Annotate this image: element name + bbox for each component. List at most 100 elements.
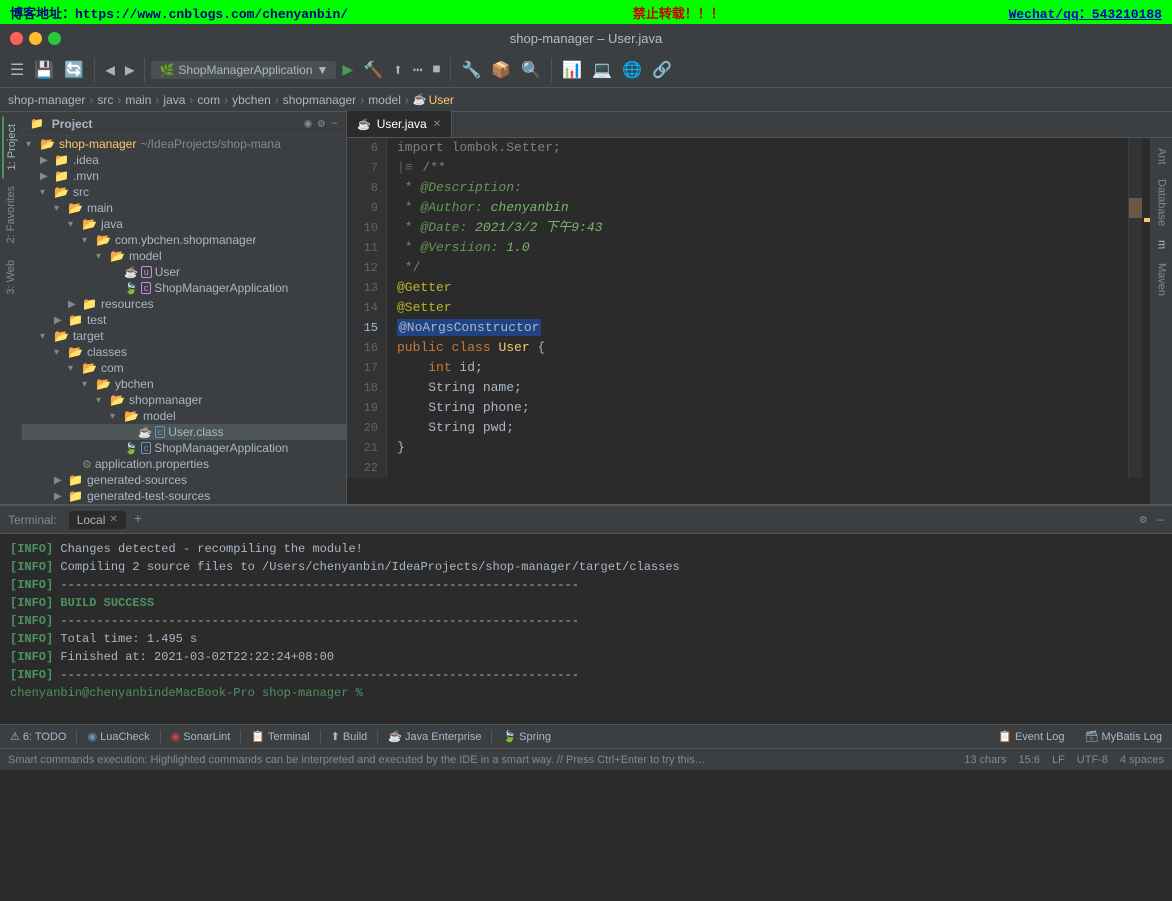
tree-app-props[interactable]: ▶ ⚙ application.properties <box>22 456 346 472</box>
right-tab-database[interactable]: Database <box>1154 173 1170 232</box>
bc-model[interactable]: model <box>368 93 401 107</box>
sidebar-scope-btn[interactable]: ◉ <box>304 116 311 131</box>
tree-test[interactable]: ▶ 📁 test <box>22 312 346 328</box>
terminal-btn[interactable]: 💻 <box>588 58 616 82</box>
maximize-button[interactable] <box>48 32 61 45</box>
mybatis-label: MyBatis Log <box>1101 731 1162 743</box>
tree-target[interactable]: ▾ 📂 target <box>22 328 346 344</box>
build-tool-btn[interactable]: ⬆ Build <box>325 728 374 745</box>
tree-target-shopmanager[interactable]: ▾ 📂 shopmanager <box>22 392 346 408</box>
sidebar-tab-favorites[interactable]: 2: Favorites <box>3 178 19 251</box>
vcs-btn[interactable]: 📊 <box>558 58 586 82</box>
terminal-tab-local[interactable]: Local ✕ <box>69 511 126 529</box>
tree-model[interactable]: ▾ 📂 model <box>22 248 346 264</box>
tab-close-btn[interactable]: ✕ <box>433 119 441 130</box>
tree-gen-test-sources[interactable]: ▶ 📁 generated-test-sources <box>22 488 346 504</box>
run-config-selector[interactable]: 🌿 ShopManagerApplication ▼ <box>151 61 336 79</box>
bc-main[interactable]: main <box>125 93 151 107</box>
sidebar-settings-btn[interactable]: ⚙ <box>318 116 325 131</box>
tree-src[interactable]: ▾ 📂 src <box>22 184 346 200</box>
build-btn[interactable]: 🔨 <box>359 58 387 82</box>
sidebar-tab-web[interactable]: 3: Web <box>3 252 19 303</box>
terminal-settings-btn[interactable]: ⚙ <box>1140 512 1147 527</box>
run-btn[interactable]: ▶ <box>338 57 357 83</box>
right-tab-ant[interactable]: Ant <box>1154 142 1170 171</box>
bc-src[interactable]: src <box>97 93 113 107</box>
status-position[interactable]: 15:6 <box>1019 754 1040 766</box>
userclass-type-icon: c <box>155 426 166 438</box>
status-charset[interactable]: UTF-8 <box>1077 754 1108 766</box>
extra-btn2[interactable]: 🔗 <box>648 58 676 82</box>
search-everywhere-btn[interactable]: 🔍 <box>517 58 545 82</box>
app2-type-icon: c <box>141 442 152 454</box>
sidebar-tab-project[interactable]: 1: Project <box>2 116 20 178</box>
menu-btn[interactable]: ☰ <box>6 58 28 82</box>
mybatis-log-btn[interactable]: 🗃 MyBatis Log <box>1079 728 1169 745</box>
extra-btn1[interactable]: 🌐 <box>618 58 646 82</box>
tree-java[interactable]: ▾ 📂 java <box>22 216 346 232</box>
bc-java[interactable]: java <box>163 93 185 107</box>
bc-shopmanager[interactable]: shop-manager <box>8 93 85 107</box>
bottom-toolbar: ⚠ 6: TODO ◉ LuaCheck ◉ SonarLint 📋 Termi… <box>0 724 1172 748</box>
tree-com-pkg-label: com.ybchen.shopmanager <box>115 233 256 247</box>
tree-com-pkg[interactable]: ▾ 📂 com.ybchen.shopmanager <box>22 232 346 248</box>
status-lf[interactable]: LF <box>1052 754 1065 766</box>
status-indent[interactable]: 4 spaces <box>1120 754 1164 766</box>
tree-classes[interactable]: ▾ 📂 classes <box>22 344 346 360</box>
minimap <box>1128 138 1142 478</box>
more-btn[interactable]: ⋯ <box>409 58 427 82</box>
tree-target-ybchen[interactable]: ▾ 📂 ybchen <box>22 376 346 392</box>
no-repost: 禁止转载！！！ <box>633 3 724 22</box>
tree-shopmanager-app[interactable]: ▶ 🍃 c ShopManagerApplication <box>22 280 346 296</box>
event-log-btn[interactable]: 📋 Event Log <box>992 728 1070 745</box>
spring-btn[interactable]: 🍃 Spring <box>496 728 557 745</box>
update-btn[interactable]: ⬆ <box>389 58 407 82</box>
tree-gen-sources[interactable]: ▶ 📁 generated-sources <box>22 472 346 488</box>
luacheck-btn[interactable]: ◉ LuaCheck <box>81 728 155 745</box>
bc-ybchen[interactable]: ybchen <box>232 93 271 107</box>
settings-btn[interactable]: 🔧 <box>457 58 485 82</box>
tree-target-app[interactable]: ▶ 🍃 c ShopManagerApplication <box>22 440 346 456</box>
tree-root[interactable]: ▾ 📂 shop-manager ~/IdeaProjects/shop-man… <box>22 136 346 152</box>
sep4 <box>551 58 552 82</box>
sdk-btn[interactable]: 📦 <box>487 58 515 82</box>
code-editor[interactable]: 6 7 8 9 10 11 12 13 14 15 16 17 18 19 <box>347 138 1150 504</box>
terminal-tab-close[interactable]: ✕ <box>109 514 117 525</box>
right-tab-maven-text[interactable]: Maven <box>1154 257 1170 302</box>
sync-btn[interactable]: 🔄 <box>60 58 88 82</box>
close-button[interactable] <box>10 32 23 45</box>
terminal-tool-btn[interactable]: 📋 Terminal <box>245 728 315 745</box>
tab-filename: User.java <box>377 117 427 131</box>
java-enterprise-btn[interactable]: ☕ Java Enterprise <box>382 728 487 745</box>
tab-icon: ☕ <box>357 118 371 131</box>
todo-btn[interactable]: ⚠ 6: TODO <box>4 728 72 745</box>
tree-mvn[interactable]: ▶ 📁 .mvn <box>22 168 346 184</box>
folder-open-icon: 📂 <box>124 409 139 423</box>
save-btn[interactable]: 💾 <box>30 58 58 82</box>
bc-user[interactable]: User <box>429 93 454 107</box>
tab-user-java[interactable]: ☕ User.java ✕ <box>347 111 452 137</box>
tree-root-path: ~/IdeaProjects/shop-mana <box>140 137 280 151</box>
code-area[interactable]: import lombok.Setter; |≡ /** * @Descript… <box>387 138 1128 478</box>
right-tab-maven[interactable]: m <box>1154 234 1170 255</box>
minimize-button[interactable] <box>29 32 42 45</box>
tree-user-class[interactable]: ▶ ☕ c User.class <box>22 424 346 440</box>
tree-resources[interactable]: ▶ 📁 resources <box>22 296 346 312</box>
back-btn[interactable]: ◀ <box>101 58 119 82</box>
stop-btn[interactable]: ⏹ <box>428 59 444 81</box>
tree-idea[interactable]: ▶ 📁 .idea <box>22 152 346 168</box>
tree-target-com[interactable]: ▾ 📂 com <box>22 360 346 376</box>
tree-target-model[interactable]: ▾ 📂 model <box>22 408 346 424</box>
forward-btn[interactable]: ▶ <box>121 58 139 82</box>
sidebar-collapse-btn[interactable]: – <box>331 116 338 131</box>
sonarlint-btn[interactable]: ◉ SonarLint <box>165 728 237 745</box>
terminal-add-btn[interactable]: + <box>134 512 142 528</box>
bc-shopmanager2[interactable]: shopmanager <box>283 93 356 107</box>
tree-user-java[interactable]: ▶ ☕ u User <box>22 264 346 280</box>
bc-com[interactable]: com <box>197 93 220 107</box>
terminal-minimize-btn[interactable]: — <box>1157 513 1164 527</box>
sep2 <box>144 58 145 82</box>
tree-main[interactable]: ▾ 📂 main <box>22 200 346 216</box>
status-chars: 13 chars <box>964 754 1006 766</box>
todo-icon: ⚠ <box>10 730 20 743</box>
